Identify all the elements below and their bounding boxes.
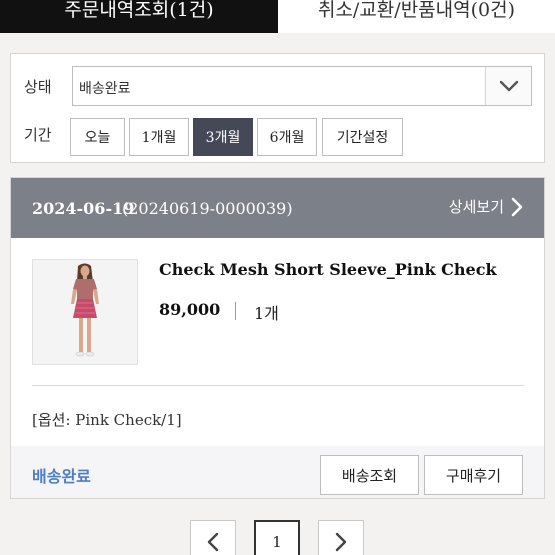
order-footer: 배송완료 배송조회 구매후기 bbox=[11, 446, 544, 498]
period-today-button[interactable]: 오늘 bbox=[70, 118, 125, 156]
price-divider bbox=[235, 302, 236, 320]
order-header: 2024-06-19 (20240619-0000039) 상세보기 bbox=[11, 178, 544, 238]
period-custom-button[interactable]: 기간설정 bbox=[322, 118, 403, 156]
product-quantity: 1개 bbox=[254, 304, 279, 323]
status-select-toggle[interactable] bbox=[485, 67, 531, 105]
period-3month-button[interactable]: 3개월 bbox=[193, 118, 253, 156]
delivery-status: 배송완료 bbox=[32, 467, 91, 486]
period-1month-button[interactable]: 1개월 bbox=[129, 118, 189, 156]
chevron-left-icon bbox=[207, 532, 219, 552]
status-label: 상태 bbox=[24, 78, 52, 96]
order-date: 2024-06-19 bbox=[32, 199, 135, 218]
order-detail-label: 상세보기 bbox=[448, 198, 504, 216]
chevron-right-icon bbox=[511, 197, 523, 216]
next-page-button[interactable] bbox=[318, 520, 364, 555]
status-select[interactable]: 배송완료 bbox=[72, 66, 532, 106]
order-number: (20240619-0000039) bbox=[122, 199, 293, 218]
product-name[interactable]: Check Mesh Short Sleeve_Pink Check bbox=[159, 260, 497, 279]
write-review-button[interactable]: 구매후기 bbox=[424, 455, 523, 495]
order-detail-link[interactable]: 상세보기 bbox=[449, 196, 524, 217]
status-select-value: 배송완료 bbox=[79, 81, 131, 97]
chevron-right-icon bbox=[335, 532, 347, 552]
product-thumbnail[interactable] bbox=[32, 259, 138, 365]
period-label: 기간 bbox=[24, 126, 52, 144]
tab-order-history[interactable]: 주문내역조회(1건) bbox=[0, 0, 278, 33]
tab-order-history-label: 주문내역조회(1건) bbox=[64, 0, 214, 21]
card-divider bbox=[32, 385, 524, 386]
product-image bbox=[33, 260, 137, 364]
chevron-down-icon bbox=[499, 80, 518, 92]
tab-cancel-return-label: 취소/교환/반품내역(0건) bbox=[317, 0, 516, 21]
product-price: 89,000 bbox=[159, 300, 221, 319]
order-card: 2024-06-19 (20240619-0000039) 상세보기 Check… bbox=[10, 177, 545, 499]
period-6month-button[interactable]: 6개월 bbox=[257, 118, 317, 156]
page-number-button[interactable]: 1 bbox=[254, 520, 300, 555]
prev-page-button[interactable] bbox=[190, 520, 236, 555]
tab-cancel-return[interactable]: 취소/교환/반품내역(0건) bbox=[278, 0, 555, 33]
product-option: [옵션: Pink Check/1] bbox=[32, 411, 182, 429]
order-filter: 상태 배송완료 기간 오늘 1개월 3개월 6개월 기간설정 bbox=[10, 53, 545, 163]
order-tabs: 주문내역조회(1건) 취소/교환/반품내역(0건) bbox=[0, 0, 555, 33]
track-delivery-button[interactable]: 배송조회 bbox=[320, 455, 419, 495]
